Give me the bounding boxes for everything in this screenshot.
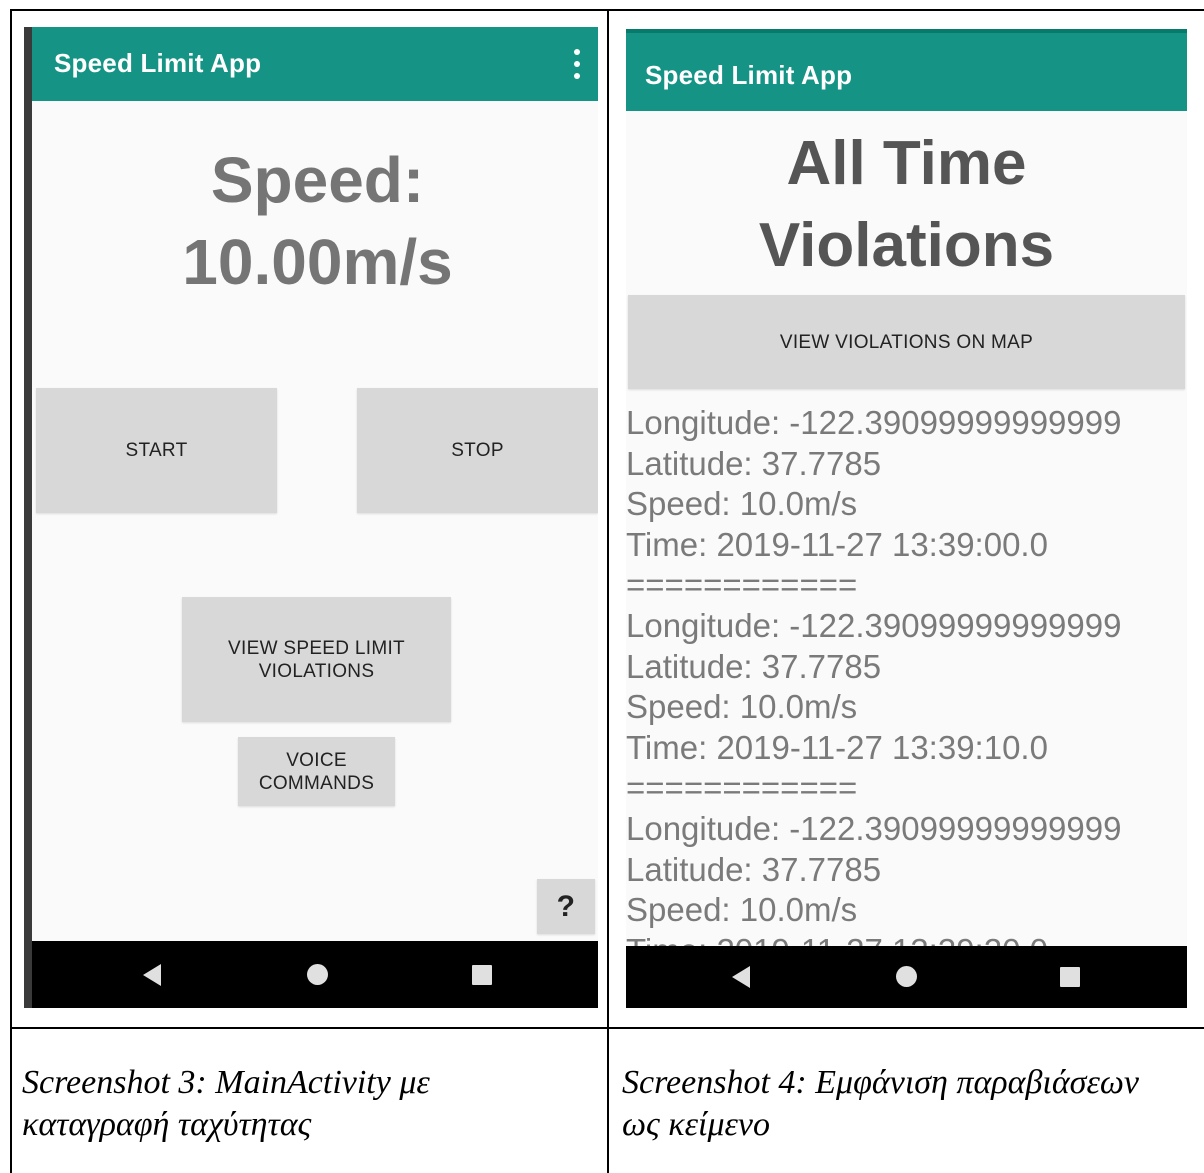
nav-back-icon[interactable]	[732, 966, 750, 988]
list-item: Longitude: -122.39099999999999	[626, 606, 1122, 644]
speed-value: 10.00m/s	[182, 226, 453, 298]
list-separator: ============	[626, 566, 858, 604]
caption-left: Screenshot 3: MainActivity με καταγραφή …	[22, 1062, 602, 1146]
list-item: Longitude: -122.39099999999999	[626, 404, 1122, 441]
violations-list: Longitude: -122.39099999999999 Latitude:…	[626, 403, 1187, 971]
help-button[interactable]: ?	[537, 879, 595, 934]
list-item: Speed: 10.0m/s	[626, 891, 858, 929]
voice-label-line1: VOICE	[286, 749, 347, 771]
table-border-center	[607, 9, 609, 1173]
stop-button[interactable]: STOP	[357, 388, 598, 513]
list-item: Time: 2019-11-27 13:39:00.0	[626, 525, 1048, 563]
nav-recent-icon[interactable]	[472, 965, 492, 985]
violations-title-line1: All Time	[786, 129, 1027, 198]
violations-label-line1: VIEW SPEED LIMIT	[228, 637, 405, 659]
voice-label-line2: COMMANDS	[258, 772, 375, 794]
voice-commands-button[interactable]: VOICE COMMANDS	[238, 737, 395, 806]
view-speed-limit-violations-button[interactable]: VIEW SPEED LIMIT VIOLATIONS	[182, 597, 451, 722]
caption-right: Screenshot 4: Εμφάνιση παραβιάσεων ως κε…	[622, 1062, 1202, 1146]
main-activity-screen: Speed Limit App Speed: 10.00m/s START ST…	[24, 27, 598, 1008]
app-title: Speed Limit App	[54, 48, 262, 78]
list-separator: ============	[626, 769, 858, 807]
app-bar: Speed Limit App	[32, 27, 598, 101]
list-item: Latitude: 37.7785	[626, 647, 882, 685]
stop-label: STOP	[451, 440, 504, 461]
list-item: Speed: 10.0m/s	[626, 688, 858, 726]
list-item: Longitude: -122.39099999999999	[626, 809, 1122, 847]
caption-left-line1: Screenshot 3: MainActivity με	[22, 1064, 430, 1101]
list-item: Latitude: 37.7785	[626, 850, 882, 888]
caption-right-line2: ως κείμενο	[622, 1106, 771, 1143]
start-label: START	[125, 440, 188, 461]
caption-right-line1: Screenshot 4: Εμφάνιση παραβιάσεων	[622, 1064, 1139, 1101]
system-nav-bar	[32, 941, 598, 1008]
app-title: Speed Limit App	[645, 60, 853, 90]
violations-label-line2: VIOLATIONS	[258, 660, 375, 682]
violations-screen: Speed Limit App All Time Violations VIEW…	[626, 29, 1187, 1008]
more-vert-icon[interactable]	[572, 49, 582, 79]
list-item: Latitude: 37.7785	[626, 444, 882, 482]
speed-label-line1: Speed:	[210, 144, 425, 216]
map-button-label: VIEW VIOLATIONS ON MAP	[779, 331, 1034, 353]
system-nav-bar	[626, 946, 1187, 1008]
nav-back-icon[interactable]	[143, 964, 161, 986]
nav-home-icon[interactable]	[896, 966, 917, 987]
list-item: Speed: 10.0m/s	[626, 485, 858, 523]
help-icon: ?	[556, 890, 576, 923]
nav-home-icon[interactable]	[307, 964, 328, 985]
list-item: Time: 2019-11-27 13:39:10.0	[626, 728, 1048, 766]
table-border-left	[10, 9, 12, 1173]
app-bar: Speed Limit App	[626, 33, 1187, 111]
violations-title-line2: Violations	[758, 211, 1055, 280]
start-button[interactable]: START	[36, 388, 277, 513]
nav-recent-icon[interactable]	[1060, 967, 1080, 987]
view-violations-on-map-button[interactable]: VIEW VIOLATIONS ON MAP	[628, 295, 1185, 389]
caption-left-line2: καταγραφή ταχύτητας	[22, 1106, 312, 1143]
